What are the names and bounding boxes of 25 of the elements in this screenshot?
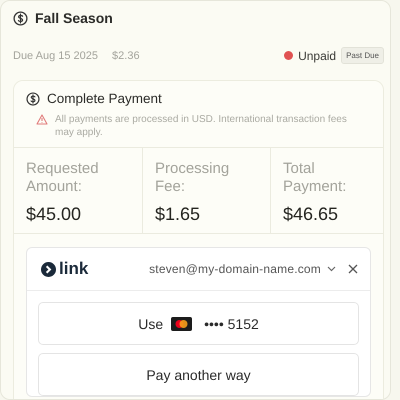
close-icon[interactable] <box>348 264 358 274</box>
stat-value: $46.65 <box>283 204 340 225</box>
warning-icon <box>36 114 48 125</box>
section-title: Complete Payment <box>47 91 162 106</box>
past-due-badge: Past Due <box>341 47 384 64</box>
link-logo: link <box>59 259 88 279</box>
stat-value: $1.65 <box>155 204 202 225</box>
bill-title: Fall Season <box>35 10 113 26</box>
dollar-icon <box>26 92 40 106</box>
due-date: Due Aug 15 2025 <box>13 50 98 62</box>
dollar-icon <box>13 10 28 26</box>
currency-notice: All payments are processed in USD. International transaction fees may apply. <box>55 113 348 139</box>
logo-icon <box>41 262 56 276</box>
chevron-down-icon[interactable] <box>327 266 336 272</box>
stat-label: Total Payment: <box>283 160 348 196</box>
pay-another-way-button[interactable]: Pay another way <box>38 353 359 396</box>
stat-value: $45.00 <box>26 204 82 225</box>
card-brand-icon <box>171 316 192 330</box>
status-dot <box>284 51 294 60</box>
payment-status: Unpaid <box>298 48 336 62</box>
saved-card-button[interactable]: Use •••• 5152 <box>38 302 359 345</box>
stat-label: Requested Amount: <box>26 160 100 196</box>
bill-amount: $2.36 <box>112 50 140 62</box>
account-email[interactable]: steven@my-domain-name.com <box>149 262 321 276</box>
stat-label: Processing Fee: <box>155 160 230 196</box>
